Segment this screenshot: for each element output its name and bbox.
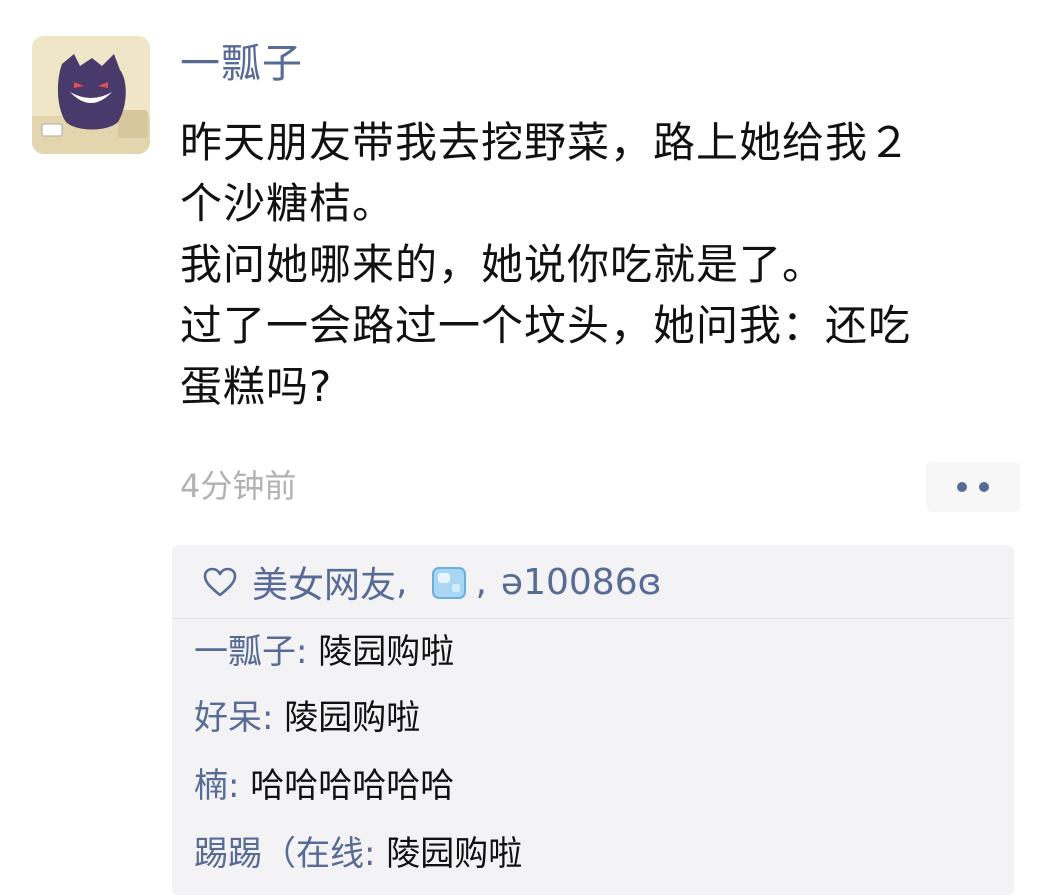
comment-colon: : — [228, 766, 240, 806]
avatar[interactable] — [32, 36, 150, 154]
comment-author[interactable]: 楠 — [194, 766, 228, 806]
post-body: 昨天朋友带我去挖野菜，路上她给我２ 个沙糖桔。 我问她哪来的，她说你吃就是了。 … — [180, 112, 1010, 417]
like-user-name[interactable]: 美女网友 — [252, 556, 396, 608]
comment-text: 陵园购啦 — [386, 834, 523, 874]
comment-item[interactable]: 一瓢子: 陵园购啦 — [194, 628, 454, 676]
post-author-name[interactable]: 一瓢子 — [180, 38, 303, 90]
more-actions-button[interactable] — [926, 462, 1020, 512]
comment-item[interactable]: 踢踢（在线: 陵园购啦 — [194, 830, 522, 878]
likes-row: 美女网友 , , ə10086ɞ — [202, 552, 662, 612]
heart-outline-icon — [202, 566, 238, 598]
post-body-line: 蛋糕吗? — [180, 362, 333, 411]
comment-item[interactable]: 楠: 哈哈哈哈哈哈 — [194, 762, 454, 810]
comment-colon: : — [364, 834, 376, 874]
comment-text: 哈哈哈哈哈哈 — [250, 766, 455, 806]
post-body-line: 昨天朋友带我去挖野菜，路上她给我２ — [180, 118, 912, 167]
comment-author[interactable]: 好呆 — [194, 698, 262, 738]
like-user-name[interactable]: ə10086ɞ — [501, 562, 662, 603]
comment-colon: : — [296, 632, 308, 672]
dot-icon — [957, 482, 967, 492]
avatar-image — [32, 36, 150, 154]
post-body-line: 我问她哪来的，她说你吃就是了。 — [180, 240, 826, 289]
comment-text: 陵园购啦 — [284, 698, 421, 738]
comment-author[interactable]: 踢踢（在线 — [194, 834, 364, 874]
post-body-line: 过了一会路过一个坟头，她问我：还吃 — [180, 301, 912, 350]
divider — [172, 618, 1014, 619]
ice-cube-icon[interactable] — [429, 562, 469, 602]
like-separator: , — [475, 561, 487, 603]
post-body-line: 个沙糖桔。 — [180, 179, 396, 228]
like-separator: , — [396, 561, 408, 603]
comment-text: 陵园购啦 — [318, 632, 455, 672]
comment-colon: : — [262, 698, 274, 738]
comment-author[interactable]: 一瓢子 — [194, 632, 296, 672]
post-timestamp: 4分钟前 — [180, 467, 297, 505]
comment-item[interactable]: 好呆: 陵园购啦 — [194, 694, 420, 742]
dot-icon — [979, 482, 989, 492]
